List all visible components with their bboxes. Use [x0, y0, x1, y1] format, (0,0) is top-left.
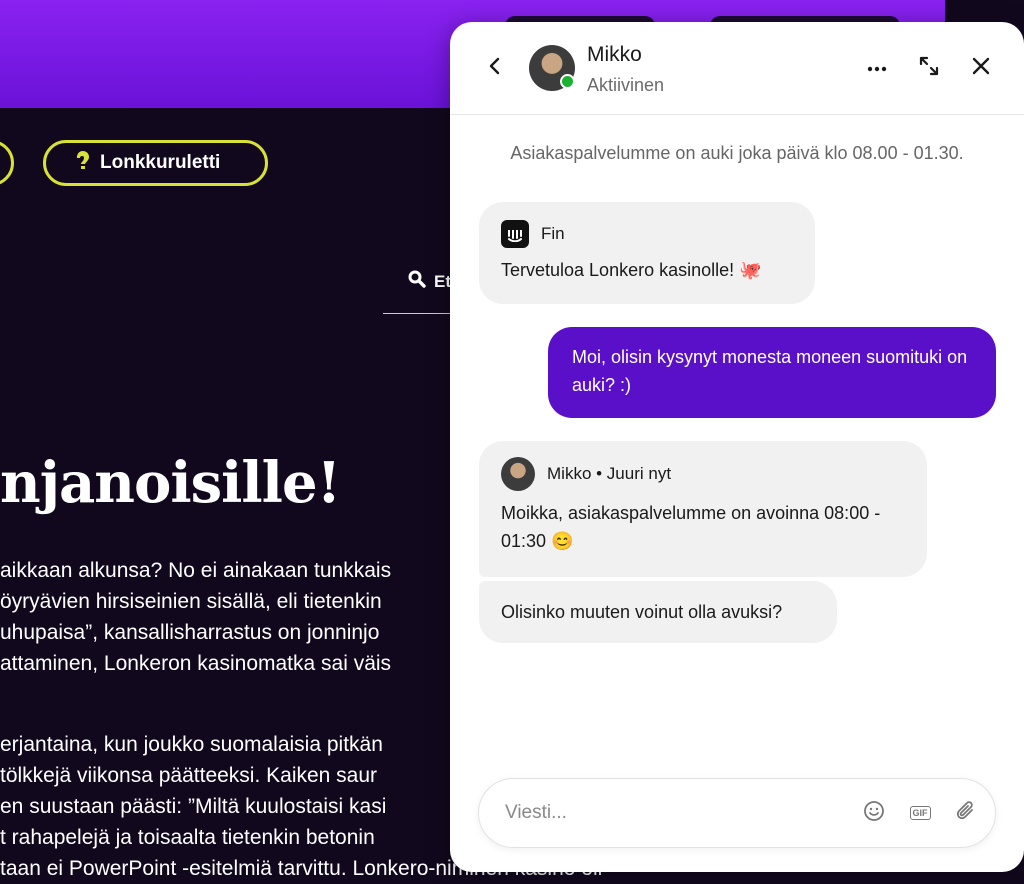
search-label: Et	[434, 271, 451, 291]
emoji-button[interactable]	[861, 800, 887, 826]
article-paragraph-1: aikkaan alkunsa? No ei ainakaan tunkkais…	[0, 555, 391, 679]
message-text: Moi, olisin kysynyt monesta moneen suomi…	[572, 347, 968, 395]
pin-icon	[76, 150, 90, 176]
agent-message: Olisinko muuten voinut olla avuksi?	[479, 581, 837, 643]
search-icon	[408, 270, 426, 293]
paragraph-line: öyryävien hirsiseinien sisällä, eli tiet…	[0, 590, 382, 613]
hero-title: njanoisille!	[0, 450, 341, 516]
chat-header: Mikko Aktiivinen	[450, 22, 1024, 115]
paragraph-line: attaminen, Lonkeron kasinomatka sai väis	[0, 652, 392, 675]
back-icon	[488, 57, 502, 80]
sender-name: Mikko • Juuri nyt	[547, 464, 672, 483]
attach-button[interactable]	[953, 800, 979, 826]
paragraph-line: uhupaisa”, kansallisharrastus on jonninj…	[0, 621, 380, 644]
message-sender: Mikko • Juuri nyt	[501, 457, 905, 491]
expand-icon	[919, 56, 939, 81]
message-text: Moikka, asiakaspalvelumme on avoinna 08:…	[501, 503, 881, 551]
fin-logo	[501, 220, 529, 248]
chat-panel: Mikko Aktiivinen Asiakaspalvelumme on au…	[450, 22, 1024, 872]
agent-message: Mikko • Juuri nyt Moikka, asiakaspalvelu…	[479, 441, 927, 577]
attach-icon	[955, 800, 977, 827]
agent-status: Aktiivinen	[587, 75, 665, 95]
user-message: Moi, olisin kysynyt monesta moneen suomi…	[548, 327, 996, 418]
expand-button[interactable]	[912, 51, 946, 85]
online-status-dot	[560, 74, 575, 89]
nav-lonkkuruletti-button[interactable]: Lonkkuruletti	[43, 140, 268, 186]
agent-name: Mikko	[587, 43, 642, 66]
back-button[interactable]	[478, 51, 512, 85]
gif-icon: GIF	[909, 806, 931, 820]
search-link[interactable]: Et	[408, 270, 451, 293]
close-button[interactable]	[964, 51, 998, 85]
message-input[interactable]	[503, 801, 807, 825]
more-icon	[867, 59, 887, 77]
nav-lonkkuruletti-label: Lonkkuruletti	[100, 152, 221, 173]
close-icon	[972, 57, 990, 80]
message-text: Tervetuloa Lonkero kasinolle! 🐙	[501, 260, 762, 280]
message-sender: Fin	[501, 220, 793, 248]
opening-hours-note: Asiakaspalvelumme on auki joka päivä klo…	[510, 143, 964, 163]
emoji-icon	[863, 800, 885, 827]
paragraph-line: aikkaan alkunsa? No ei ainakaan tunkkais	[0, 559, 392, 582]
bot-message: Fin Tervetuloa Lonkero kasinolle! 🐙	[479, 202, 815, 304]
message-text: Olisinko muuten voinut olla avuksi?	[501, 602, 783, 622]
sender-name: Fin	[541, 224, 565, 243]
gif-button[interactable]: GIF	[907, 800, 933, 826]
more-options-button[interactable]	[860, 51, 894, 85]
nav-pill-partial[interactable]	[0, 140, 14, 186]
message-composer: GIF	[478, 778, 996, 848]
agent-avatar-small	[501, 457, 535, 491]
